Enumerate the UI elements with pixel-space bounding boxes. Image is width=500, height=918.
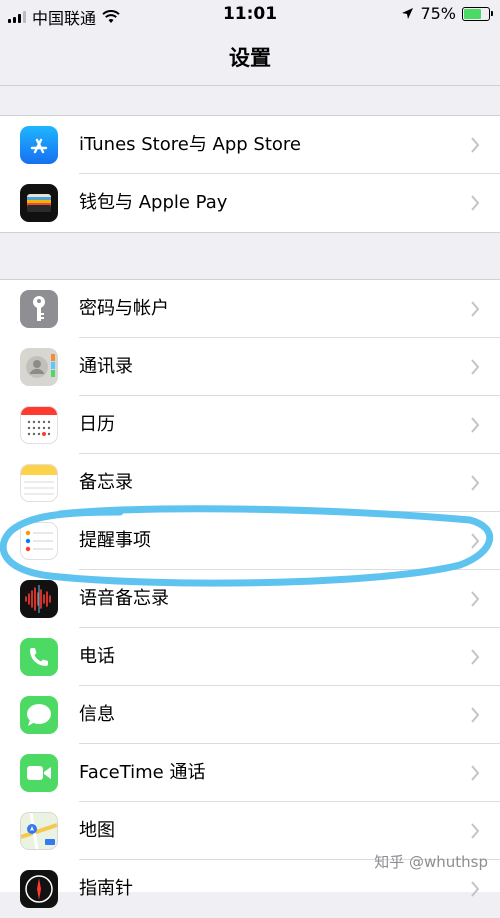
settings-row-itunes-app-store[interactable]: iTunes Store与 App Store — [0, 116, 500, 174]
settings-row-facetime[interactable]: FaceTime 通话 — [0, 744, 500, 802]
battery-fill — [464, 8, 481, 19]
page-title: 设置 — [229, 46, 271, 70]
chevron-right-icon — [471, 137, 480, 153]
settings-row-wallet[interactable]: 钱包与 Apple Pay — [0, 174, 500, 232]
battery-icon — [462, 6, 493, 21]
chevron-right-icon — [471, 417, 480, 433]
settings-row-notes[interactable]: 备忘录 — [0, 454, 500, 512]
location-arrow-icon — [402, 8, 414, 19]
chevron-right-icon — [471, 533, 480, 549]
settings-row-label: 提醒事项 — [79, 530, 151, 551]
settings-row-calendar[interactable]: 日历 — [0, 396, 500, 454]
settings-row-messages[interactable]: 信息 — [0, 686, 500, 744]
settings-row-voice-memos[interactable]: 语音备忘录 — [0, 570, 500, 628]
chevron-right-icon — [471, 591, 480, 607]
compass-icon — [20, 870, 58, 908]
settings-row-label: 地图 — [79, 820, 115, 841]
settings-row-phone[interactable]: 电话 — [0, 628, 500, 686]
chevron-right-icon — [471, 475, 480, 491]
settings-row-label: 备忘录 — [79, 472, 133, 493]
settings-row-label: iTunes Store与 App Store — [79, 134, 302, 155]
chevron-right-icon — [471, 707, 480, 723]
phone-icon — [20, 638, 58, 676]
calendar-icon — [20, 406, 58, 444]
settings-row-label: 语音备忘录 — [79, 588, 169, 609]
group-apps: 密码与帐户 通讯录 日历 备忘录 提醒事项 语音备忘录 电话 信息 FaceTi… — [0, 279, 500, 908]
app-store-icon — [20, 126, 58, 164]
settings-row-label: 钱包与 Apple Pay — [79, 192, 228, 213]
settings-row-contacts[interactable]: 通讯录 — [0, 338, 500, 396]
settings-row-label: 指南针 — [79, 878, 133, 899]
notes-icon — [20, 464, 58, 502]
voice-memos-icon — [20, 580, 58, 618]
battery-percent: 75% — [420, 4, 456, 23]
group-store: iTunes Store与 App Store 钱包与 Apple Pay — [0, 115, 500, 233]
contacts-icon — [20, 348, 58, 386]
chevron-right-icon — [471, 649, 480, 665]
status-bar: 中国联通 11:01 75% — [0, 0, 500, 28]
chevron-right-icon — [471, 881, 480, 897]
settings-row-label: 电话 — [79, 646, 115, 667]
settings-row-label: 密码与帐户 — [79, 298, 169, 319]
chevron-right-icon — [471, 301, 480, 317]
status-right: 75% — [401, 4, 493, 23]
chevron-right-icon — [471, 823, 480, 839]
settings-row-reminders[interactable]: 提醒事项 — [0, 512, 500, 570]
settings-row-label: 通讯录 — [79, 356, 133, 377]
chevron-right-icon — [471, 195, 480, 211]
maps-icon — [20, 812, 58, 850]
chevron-right-icon — [471, 359, 480, 375]
settings-row-label: 信息 — [79, 704, 115, 725]
nav-divider — [0, 85, 500, 86]
settings-row-label: 日历 — [79, 414, 115, 435]
key-icon — [20, 290, 58, 328]
chevron-right-icon — [471, 765, 480, 781]
settings-row-label: FaceTime 通话 — [79, 762, 206, 783]
wallet-icon — [20, 184, 58, 222]
facetime-icon — [20, 754, 58, 792]
reminders-icon — [20, 522, 58, 560]
settings-row-passwords[interactable]: 密码与帐户 — [0, 280, 500, 338]
watermark-text: 知乎 @whuthsp — [374, 853, 488, 871]
messages-icon — [20, 696, 58, 734]
